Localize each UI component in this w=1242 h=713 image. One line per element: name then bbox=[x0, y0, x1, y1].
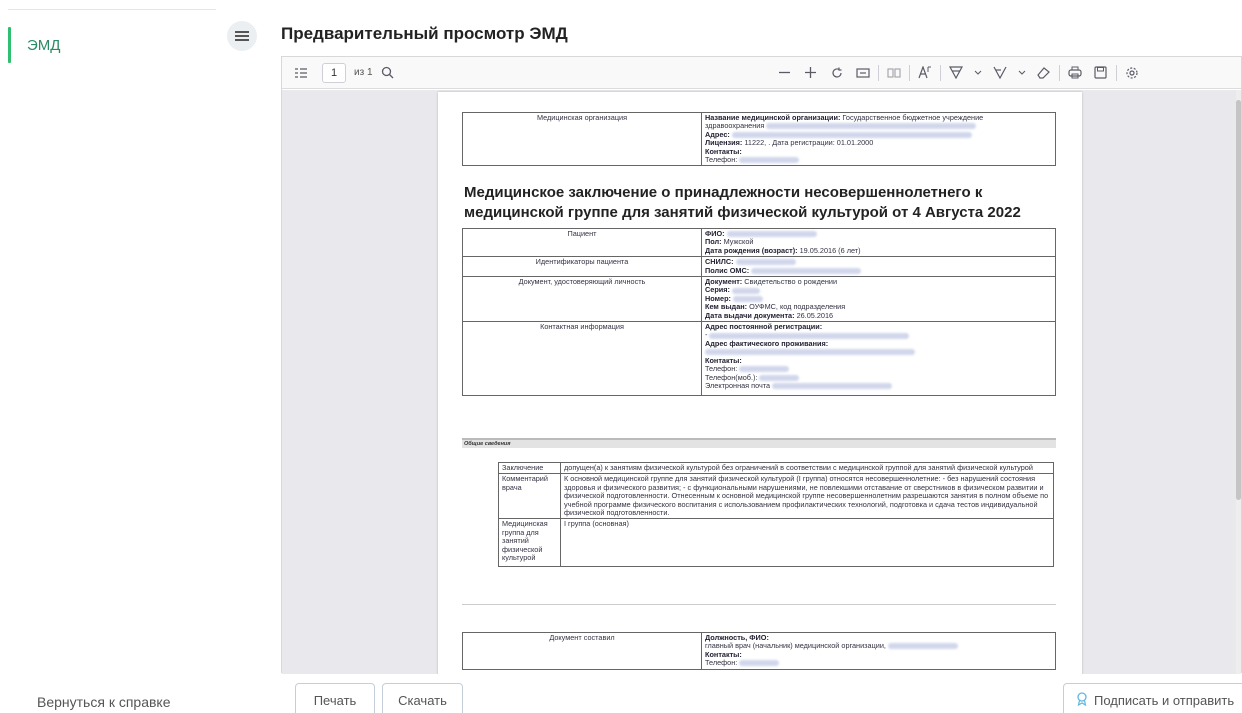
reg-address-label: Адрес постоянной регистрации: bbox=[705, 322, 823, 332]
sidebar-toggle-icon[interactable] bbox=[290, 62, 312, 84]
page-number-input[interactable]: 1 bbox=[322, 62, 346, 83]
eraser-icon[interactable] bbox=[1033, 62, 1055, 84]
settings-icon[interactable] bbox=[1121, 62, 1143, 84]
redacted-text bbox=[709, 332, 910, 339]
back-to-reference-link[interactable]: Вернуться к справке bbox=[37, 694, 171, 710]
fit-page-icon[interactable] bbox=[852, 62, 874, 84]
redacted-text bbox=[731, 131, 972, 138]
certificate-icon bbox=[1076, 691, 1088, 709]
redacted-text bbox=[705, 349, 915, 356]
fact-address-label: Адрес фактического проживания: bbox=[705, 338, 829, 348]
redacted-text bbox=[739, 660, 780, 667]
ids-label: Идентификаторы пациента bbox=[462, 256, 702, 278]
zoom-out-icon[interactable] bbox=[774, 62, 796, 84]
conclusion-label: Заключение bbox=[498, 461, 561, 475]
chevron-down-icon[interactable] bbox=[1011, 62, 1033, 84]
comment-label: Комментарий врача bbox=[498, 473, 561, 520]
menu-toggle-button[interactable] bbox=[227, 21, 257, 51]
dob-value: 19.05.2016 (6 лет) bbox=[799, 245, 861, 255]
general-section-header: Общие сведения bbox=[462, 438, 1056, 448]
org-phone-label: Телефон: bbox=[705, 155, 738, 165]
contact-info-label: Контактная информация bbox=[462, 321, 702, 397]
redacted-text bbox=[887, 643, 958, 650]
org-license-value: 11222, . Дата регистрации: 01.01.2000 bbox=[744, 138, 874, 148]
group-value: I группа (основная) bbox=[560, 518, 1054, 568]
scrollbar-thumb[interactable] bbox=[1236, 100, 1241, 500]
rotate-icon[interactable] bbox=[826, 62, 848, 84]
issue-date-label: Дата выдачи документа: bbox=[705, 310, 795, 320]
author-phone-label: Телефон: bbox=[705, 658, 738, 668]
org-name-value: Государственное бюджетное учреждение bbox=[842, 113, 984, 122]
pdf-viewer: 1 из 1 Медицинская организация Название … bbox=[281, 56, 1242, 674]
conclusion-value: допущен(а) к занятиям физической культур… bbox=[560, 461, 1054, 475]
divider bbox=[8, 9, 216, 10]
redacted-text bbox=[726, 231, 817, 238]
redacted-text bbox=[732, 287, 760, 294]
document-page: Медицинская организация Название медицин… bbox=[438, 92, 1082, 674]
hamburger-icon bbox=[235, 31, 249, 41]
sidebar-item-label: ЭМД bbox=[27, 36, 61, 54]
redacted-text bbox=[739, 157, 800, 164]
scrollbar[interactable] bbox=[1236, 90, 1241, 674]
page-count: из 1 bbox=[354, 67, 373, 78]
oms-label: Полис ОМС: bbox=[705, 265, 750, 275]
page-title: Предварительный просмотр ЭМД bbox=[281, 24, 568, 43]
search-icon[interactable] bbox=[377, 62, 399, 84]
dob-label: Дата рождения (возраст): bbox=[705, 245, 798, 255]
redacted-text bbox=[772, 382, 893, 389]
chevron-down-icon[interactable] bbox=[967, 62, 989, 84]
group-label: Медицинская группа для занятий физическо… bbox=[498, 518, 561, 568]
author-label: Документ составил bbox=[462, 632, 702, 670]
redacted-text bbox=[735, 259, 796, 266]
issue-date-value: 26.05.2016 bbox=[796, 310, 834, 320]
save-icon[interactable] bbox=[1090, 62, 1112, 84]
sign-and-send-button[interactable]: Подписать и отправить bbox=[1063, 683, 1242, 713]
patient-label: Пациент bbox=[462, 227, 702, 258]
print-button[interactable]: Печать bbox=[295, 683, 375, 713]
author-table: Документ составил Должность, ФИО: главны… bbox=[462, 632, 1056, 670]
redacted-text bbox=[766, 123, 977, 130]
zoom-in-icon[interactable] bbox=[800, 62, 822, 84]
text-icon[interactable] bbox=[914, 62, 936, 84]
patient-table: Пациент ФИО: Пол: Мужской Дата рождения … bbox=[462, 227, 1056, 397]
redacted-text bbox=[733, 295, 764, 302]
email-label: Электронная почта bbox=[705, 380, 771, 390]
download-button[interactable]: Скачать bbox=[382, 683, 463, 713]
sidebar-item-emd[interactable]: ЭМД bbox=[8, 27, 208, 63]
two-page-icon[interactable] bbox=[883, 62, 905, 84]
print-icon[interactable] bbox=[1064, 62, 1086, 84]
redacted-text bbox=[739, 366, 790, 373]
toolbar-separator bbox=[877, 64, 879, 81]
draw-icon[interactable] bbox=[989, 62, 1011, 84]
active-indicator bbox=[8, 27, 11, 63]
identity-doc-label: Документ, удостоверяющий личность bbox=[462, 276, 702, 323]
viewer-toolbar: 1 из 1 bbox=[282, 57, 1241, 89]
general-info-table: Заключение допущен(а) к занятиям физичес… bbox=[498, 461, 1054, 568]
toolbar-separator bbox=[1115, 64, 1117, 81]
toolbar-separator bbox=[939, 64, 941, 81]
sidebar: ЭМД Вернуться к справке bbox=[0, 0, 216, 713]
organization-table: Медицинская организация Название медицин… bbox=[462, 111, 1056, 167]
highlight-icon[interactable] bbox=[945, 62, 967, 84]
comment-value: К основной медицинской группе для заняти… bbox=[560, 473, 1054, 520]
toolbar-separator bbox=[1058, 64, 1060, 81]
document-area[interactable]: Медицинская организация Название медицин… bbox=[282, 90, 1241, 674]
toolbar-separator bbox=[908, 64, 910, 81]
sign-and-send-label: Подписать и отправить bbox=[1094, 692, 1235, 708]
document-value: Свидетельство о рождении bbox=[744, 277, 838, 287]
org-label: Медицинская организация bbox=[462, 111, 702, 167]
divider bbox=[462, 604, 1056, 605]
document-heading: Медицинское заключение о принадлежности … bbox=[464, 184, 1021, 221]
redacted-text bbox=[759, 374, 800, 381]
redacted-text bbox=[751, 267, 862, 274]
